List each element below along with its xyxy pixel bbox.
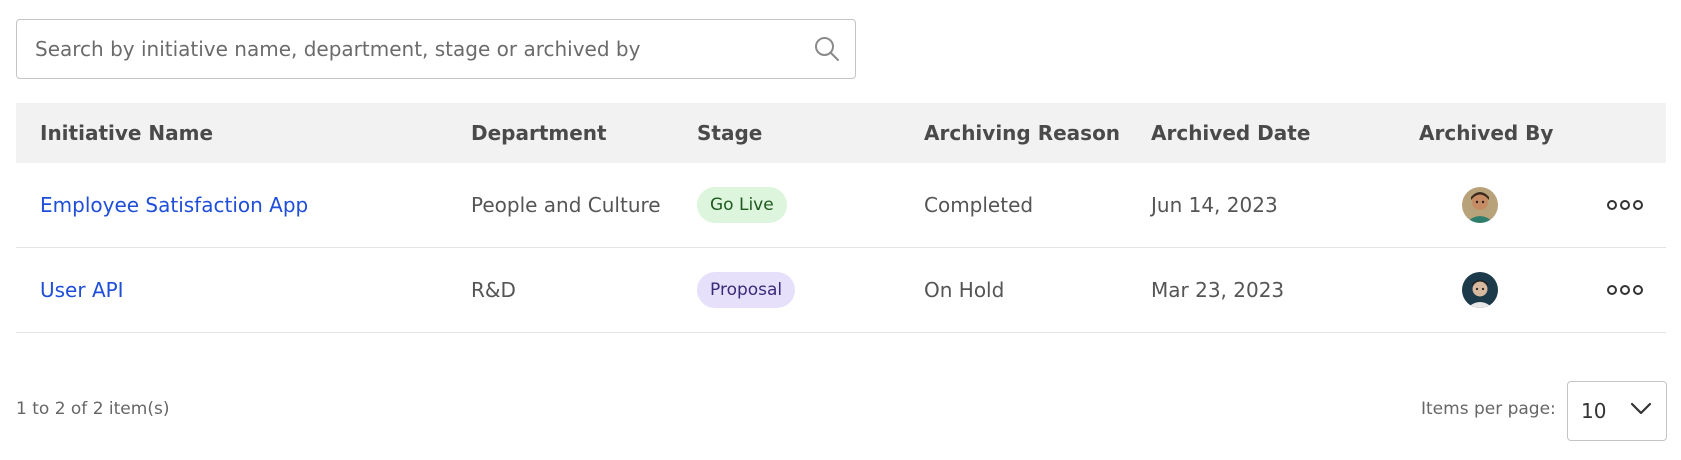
search-box[interactable]: [16, 19, 856, 79]
column-header-archiving-reason[interactable]: Archiving Reason: [924, 103, 1120, 163]
department-cell: R&D: [471, 278, 516, 302]
column-header-archived-date[interactable]: Archived Date: [1151, 103, 1310, 163]
archiving-reason-cell: Completed: [924, 193, 1034, 217]
column-header-department[interactable]: Department: [471, 103, 607, 163]
items-per-page-select[interactable]: 10: [1567, 381, 1667, 441]
column-header-initiative-name[interactable]: Initiative Name: [40, 103, 213, 163]
dot-icon: [1607, 200, 1617, 210]
avatar-icon[interactable]: [1462, 272, 1498, 308]
initiative-name-link[interactable]: Employee Satisfaction App: [40, 193, 308, 217]
chevron-down-icon: [1630, 402, 1652, 421]
department-cell: People and Culture: [471, 193, 661, 217]
dot-icon: [1607, 285, 1617, 295]
dot-icon: [1633, 200, 1643, 210]
archived-date-cell: Mar 23, 2023: [1151, 278, 1285, 302]
table-header: Initiative Name Department Stage Archivi…: [16, 103, 1666, 163]
archived-initiatives-table: Initiative Name Department Stage Archivi…: [16, 103, 1666, 333]
table-row: Employee Satisfaction App People and Cul…: [16, 163, 1666, 248]
dot-icon: [1620, 285, 1630, 295]
stage-badge: Go Live: [697, 187, 787, 223]
dot-icon: [1633, 285, 1643, 295]
more-options-button[interactable]: [1601, 279, 1649, 301]
initiative-name-link[interactable]: User API: [40, 278, 124, 302]
avatar-icon[interactable]: [1462, 187, 1498, 223]
pagination-count: 1 to 2 of 2 item(s): [16, 399, 170, 419]
archiving-reason-cell: On Hold: [924, 278, 1005, 302]
column-header-stage[interactable]: Stage: [697, 103, 762, 163]
more-options-button[interactable]: [1601, 194, 1649, 216]
archived-date-cell: Jun 14, 2023: [1151, 193, 1278, 217]
table-row: User API R&D Proposal On Hold Mar 23, 20…: [16, 248, 1666, 333]
search-icon[interactable]: [799, 20, 855, 78]
stage-badge: Proposal: [697, 272, 796, 308]
items-per-page-label: Items per page:: [1421, 399, 1556, 419]
items-per-page-value: 10: [1581, 399, 1607, 423]
column-header-archived-by[interactable]: Archived By: [1419, 103, 1553, 163]
search-input[interactable]: [17, 20, 799, 78]
dot-icon: [1620, 200, 1630, 210]
